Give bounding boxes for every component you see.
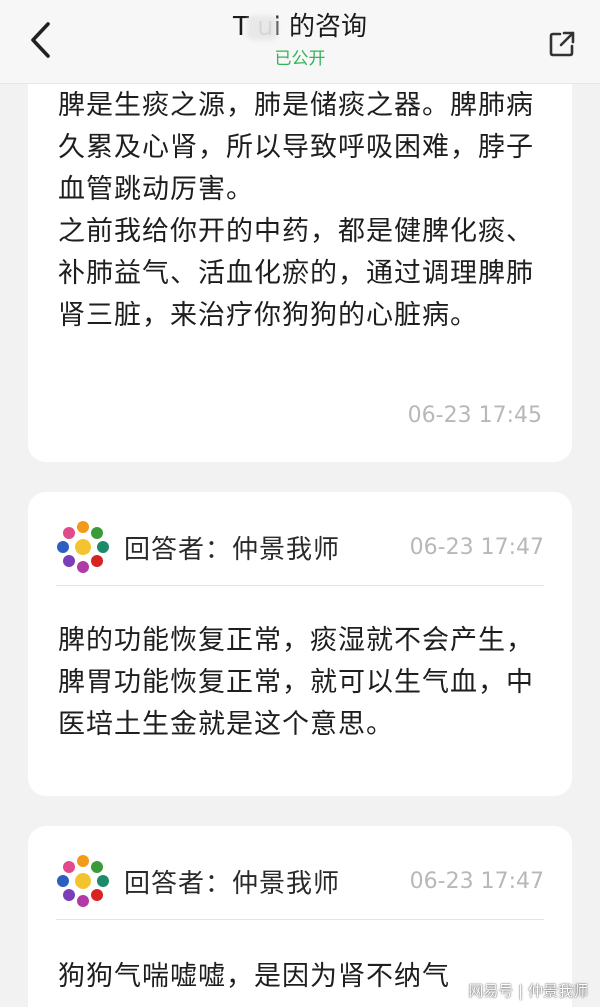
- back-button[interactable]: [20, 18, 60, 62]
- responder-name: 回答者：仲景我师: [124, 534, 341, 565]
- responder-row: 回答者：仲景我师 06-23 17:47: [56, 512, 544, 582]
- avatar[interactable]: [56, 520, 110, 574]
- divider: [56, 919, 544, 920]
- share-button[interactable]: [546, 28, 578, 60]
- chevron-left-icon: [31, 22, 50, 58]
- answer-time: 06-23 17:47: [409, 534, 544, 560]
- answer-text: 脾的功能恢复正常，痰湿就不会产生，脾胃功能恢复正常，就可以生气血，中医培土生金就…: [58, 625, 534, 740]
- watermark: 网易号 | 仲景我师: [468, 982, 588, 1000]
- responder-row: 回答者：仲景我师 06-23 17:47: [56, 846, 544, 916]
- answer-time: 06-23 17:47: [409, 868, 544, 894]
- responder-name: 回答者：仲景我师: [124, 868, 341, 899]
- divider: [56, 585, 544, 586]
- page-title: T ui 的咨询: [233, 10, 367, 44]
- answer-card: 回答者：仲景我师 06-23 17:47 脾的功能恢复正常，痰湿就不会产生，脾胃…: [28, 492, 572, 796]
- avatar[interactable]: [56, 854, 110, 908]
- title-area: T ui 的咨询 已公开: [150, 10, 450, 70]
- name-redaction: [246, 16, 277, 40]
- message-time: 06-23 17:45: [407, 403, 542, 428]
- message-text: 脾是生痰之源，肺是储痰之器。脾肺病久累及心肾，所以导致呼吸困难，脖子血管跳动厉害…: [58, 90, 534, 331]
- public-status-label: 已公开: [274, 49, 326, 69]
- message-card: 脾是生痰之源，肺是储痰之器。脾肺病久累及心肾，所以导致呼吸困难，脖子血管跳动厉害…: [28, 60, 572, 462]
- top-bar: T ui 的咨询 已公开: [0, 0, 600, 84]
- share-external-icon: [549, 31, 575, 57]
